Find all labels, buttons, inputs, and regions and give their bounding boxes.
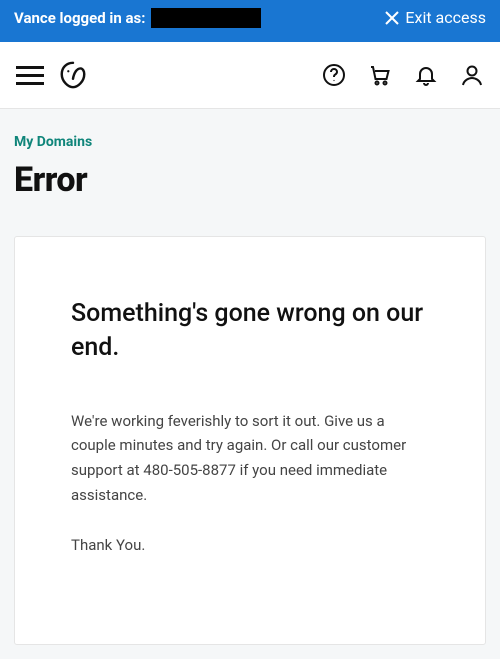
breadcrumb-my-domains[interactable]: My Domains: [14, 134, 92, 150]
brand-logo[interactable]: [58, 60, 88, 90]
error-body: We're working feverishly to sort it out.…: [71, 409, 429, 508]
top-nav: [0, 42, 500, 109]
cart-icon[interactable]: [368, 63, 392, 87]
top-nav-left: [16, 60, 88, 90]
content-area: My Domains Error Something's gone wrong …: [0, 109, 500, 659]
help-icon[interactable]: [322, 63, 346, 87]
impersonation-user: Vance logged in as:: [14, 8, 261, 28]
exit-access-button[interactable]: Exit access: [385, 8, 486, 27]
top-nav-right: [322, 63, 484, 87]
exit-access-label: Exit access: [405, 8, 486, 27]
error-card: Something's gone wrong on our end. We're…: [14, 236, 486, 645]
error-heading: Something's gone wrong on our end.: [71, 297, 429, 365]
error-thanks: Thank You.: [71, 536, 429, 554]
close-icon: [385, 11, 399, 25]
page-title: Error: [14, 160, 486, 200]
bell-icon[interactable]: [414, 63, 438, 87]
impersonation-redacted-name: [151, 8, 261, 28]
impersonation-bar: Vance logged in as: Exit access: [0, 0, 500, 42]
menu-icon[interactable]: [16, 66, 44, 85]
impersonation-prefix: Vance logged in as:: [14, 9, 145, 27]
profile-icon[interactable]: [460, 63, 484, 87]
